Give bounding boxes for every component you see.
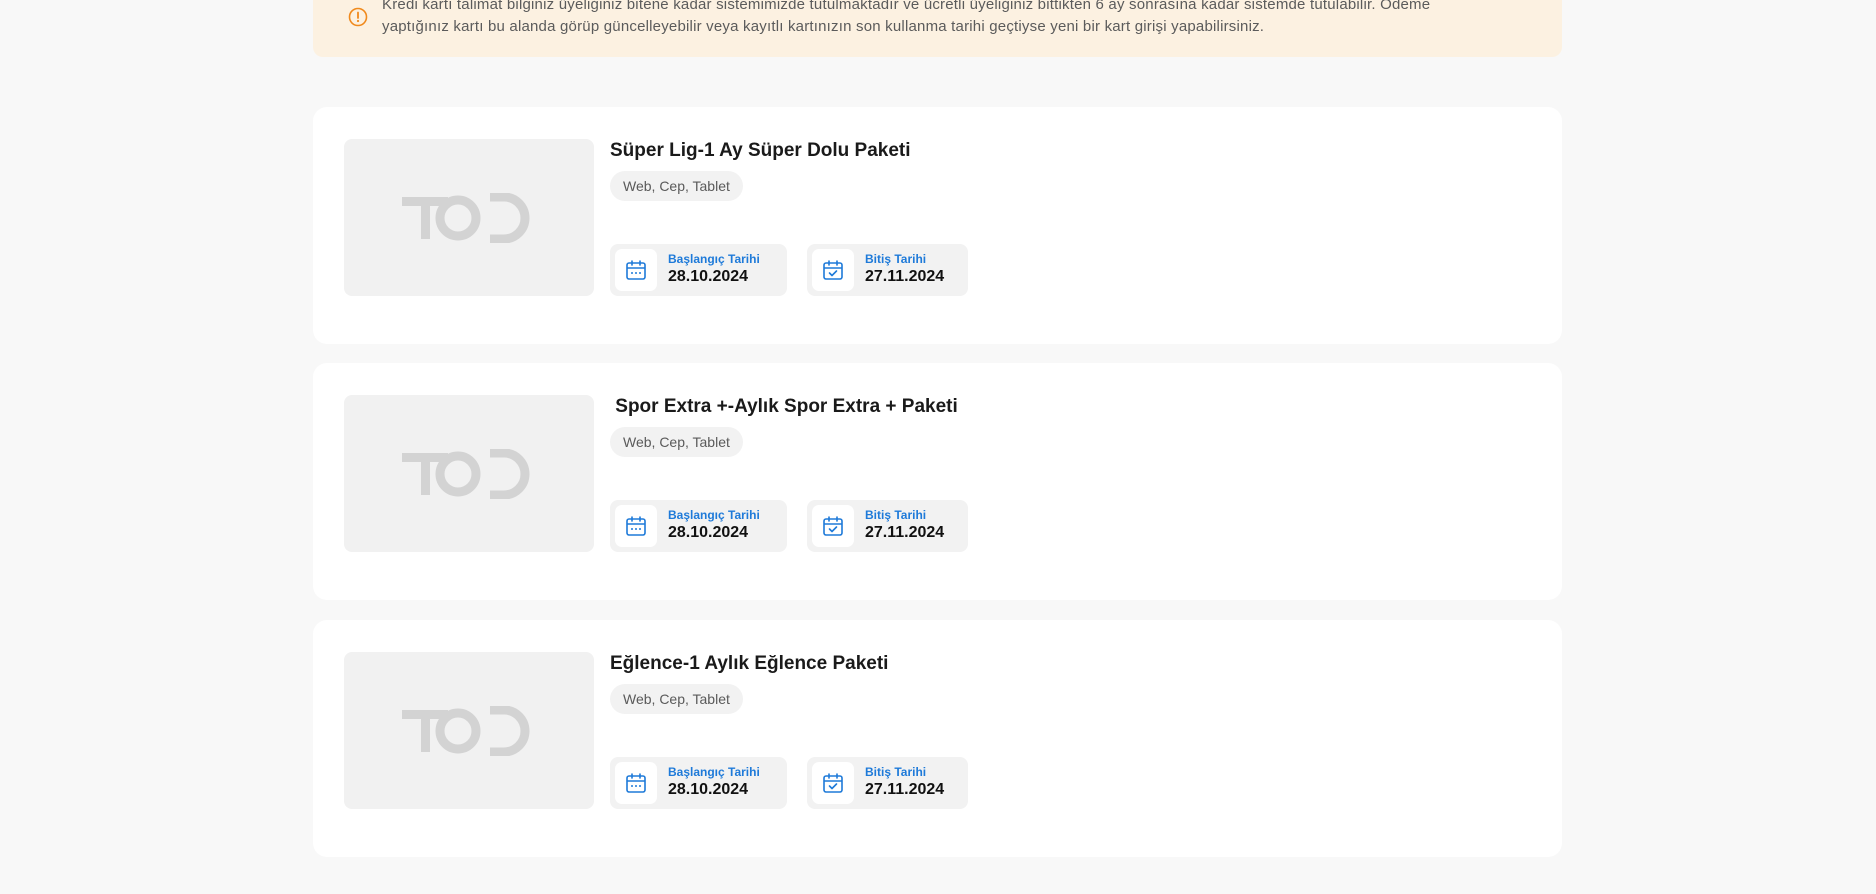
- start-date-value: 28.10.2024: [668, 781, 749, 798]
- calendar-icon: [615, 762, 657, 804]
- end-date-label: Bitiş Tarihi: [865, 765, 927, 779]
- package-thumbnail: [344, 139, 594, 296]
- start-date-box: Başlangıç Tarihi 28.10.2024: [610, 500, 787, 552]
- tod-logo: [402, 705, 530, 756]
- end-date-value: 27.11.2024: [865, 268, 945, 285]
- package-thumbnail: [344, 395, 594, 552]
- start-date-label: Başlangıç Tarihi: [668, 765, 760, 779]
- start-date-value: 28.10.2024: [668, 268, 749, 285]
- platform-badge: Web, Cep, Tablet: [610, 427, 743, 457]
- package-title: Spor Extra +-Aylık Spor Extra + Paketi: [610, 396, 958, 417]
- package-card: Spor Extra +-Aylık Spor Extra + Paketi W…: [313, 363, 1562, 600]
- end-date-value: 27.11.2024: [865, 524, 945, 541]
- end-date-value: 27.11.2024: [865, 781, 945, 798]
- platform-badge: Web, Cep, Tablet: [610, 171, 743, 201]
- start-date-value: 28.10.2024: [668, 524, 749, 541]
- package-thumbnail: [344, 652, 594, 809]
- package-card: Süper Lig-1 Ay Süper Dolu Paketi Web, Ce…: [313, 107, 1562, 344]
- notice-text: Kredi kartı talimat bilginiz üyeliğiniz …: [382, 0, 1542, 38]
- notice-line-1: Kredi kartı talimat bilginiz üyeliğiniz …: [382, 0, 1431, 13]
- tod-logo: [402, 192, 530, 243]
- package-card: Eğlence-1 Aylık Eğlence Paketi Web, Cep,…: [313, 620, 1562, 857]
- card-info-notice: Kredi kartı talimat bilginiz üyeliğiniz …: [313, 0, 1562, 57]
- calendar-check-icon: [812, 249, 854, 291]
- start-date-box: Başlangıç Tarihi 28.10.2024: [610, 244, 787, 296]
- package-title: Eğlence-1 Aylık Eğlence Paketi: [610, 653, 889, 674]
- end-date-label: Bitiş Tarihi: [865, 252, 927, 266]
- start-date-label: Başlangıç Tarihi: [668, 508, 760, 522]
- calendar-icon: [615, 249, 657, 291]
- start-date-box: Başlangıç Tarihi 28.10.2024: [610, 757, 787, 809]
- end-date-box: Bitiş Tarihi 27.11.2024: [807, 500, 968, 552]
- package-title: Süper Lig-1 Ay Süper Dolu Paketi: [610, 140, 911, 161]
- notice-line-2: yaptığınız kartı bu alanda görüp güncell…: [382, 18, 1265, 35]
- end-date-box: Bitiş Tarihi 27.11.2024: [807, 757, 968, 809]
- warning-circle-icon: [348, 7, 368, 27]
- calendar-check-icon: [812, 762, 854, 804]
- end-date-box: Bitiş Tarihi 27.11.2024: [807, 244, 968, 296]
- calendar-check-icon: [812, 505, 854, 547]
- platform-badge: Web, Cep, Tablet: [610, 684, 743, 714]
- calendar-icon: [615, 505, 657, 547]
- start-date-label: Başlangıç Tarihi: [668, 252, 760, 266]
- end-date-label: Bitiş Tarihi: [865, 508, 927, 522]
- tod-logo: [402, 448, 530, 499]
